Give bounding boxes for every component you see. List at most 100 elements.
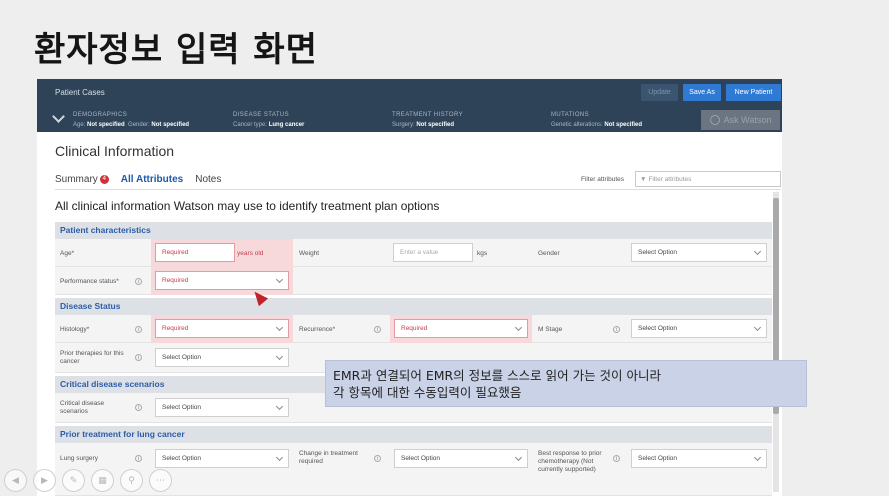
weight-input[interactable]: Enter a value — [393, 243, 473, 262]
form-row: Age* Required years old Weight Enter a v… — [55, 239, 772, 267]
tab-notes[interactable]: Notes — [195, 174, 221, 185]
summary-value: Not specified — [604, 122, 643, 128]
recurrence-label: Recurrence* — [299, 326, 336, 333]
patient-cases-label[interactable]: Patient Cases — [55, 88, 105, 97]
slideshow-controls: ◀ ▶ ✎ ▦ ⚲ ⋯ — [4, 469, 172, 492]
more-icon[interactable]: ⋯ — [149, 469, 172, 492]
weight-unit: kgs — [477, 250, 488, 257]
histology-select[interactable]: Required — [155, 319, 289, 338]
chevron-down-icon — [275, 453, 284, 462]
filter-icon: ▼ — [640, 175, 647, 183]
m-stage-select[interactable]: Select Option — [631, 319, 767, 338]
gender-select[interactable]: Select Option — [631, 243, 767, 262]
prior-therapies-select[interactable]: Select Option — [155, 348, 289, 367]
form-row: Histology* i Required Recurrence* i Requ… — [55, 315, 772, 343]
intro-text: All clinical information Watson may use … — [55, 199, 440, 213]
treatment-history-summary: TREATMENT HISTORY Surgery: Not specified — [392, 110, 463, 130]
info-icon[interactable]: i — [613, 455, 620, 462]
age-input[interactable]: Required — [155, 243, 235, 262]
age-label: Age* — [60, 250, 75, 257]
ask-watson-button[interactable]: Ask Watson — [701, 110, 780, 130]
save-as-button[interactable]: Save As — [683, 84, 721, 101]
info-icon[interactable]: i — [135, 326, 142, 333]
info-icon[interactable]: i — [374, 455, 381, 462]
filter-placeholder: Filter attributes — [648, 175, 692, 183]
summary-key: Genetic alterations: — [551, 122, 603, 128]
recurrence-select[interactable]: Required — [394, 319, 528, 338]
summary-value: Lung cancer — [268, 122, 305, 128]
m-stage-value: Select Option — [638, 325, 678, 332]
new-patient-button[interactable]: New Patient — [726, 84, 781, 101]
summary-key: Gender: — [128, 122, 150, 128]
m-stage-label: M Stage — [538, 326, 563, 333]
summary-heading: DISEASE STATUS — [233, 112, 290, 118]
chevron-down-icon — [753, 453, 762, 462]
best-response-label: Best response to prior chemotherapy (Not… — [538, 450, 602, 473]
top-bar: Patient Cases Update Save As New Patient… — [37, 79, 782, 132]
chevron-down-icon — [275, 275, 284, 284]
tab-bar: Summary 4 All Attributes Notes — [55, 174, 221, 185]
annotation-note: EMR과 연결되어 EMR의 정보를 스스로 읽어 가는 것이 아니라 각 항목… — [325, 360, 807, 407]
histology-label: Histology* — [60, 326, 90, 333]
change-treatment-value: Select Option — [401, 455, 441, 462]
ask-watson-label: Ask Watson — [723, 115, 772, 125]
slides-icon[interactable]: ▦ — [91, 469, 114, 492]
chevron-down-icon — [753, 247, 762, 256]
change-treatment-select[interactable]: Select Option — [394, 449, 528, 468]
demographics-summary: DEMOGRAPHICS Age: Not specified Gender: … — [73, 110, 189, 130]
next-icon[interactable]: ▶ — [33, 469, 56, 492]
info-icon[interactable]: i — [135, 404, 142, 411]
summary-heading: MUTATIONS — [551, 112, 590, 118]
disease-status-summary: DISEASE STATUS Cancer type: Lung cancer — [233, 110, 304, 130]
filter-attributes-label: Filter attributes — [581, 176, 624, 183]
summary-key: Age: — [73, 122, 86, 128]
prior-therapies-label: Prior therapies for this cancer — [60, 350, 124, 365]
summary-key: Surgery: — [392, 122, 415, 128]
tab-summary-label: Summary — [55, 174, 98, 185]
performance-status-label: Performance status* — [60, 278, 119, 285]
gender-label: Gender — [538, 250, 560, 257]
tab-summary[interactable]: Summary 4 — [55, 174, 109, 185]
recurrence-value: Required — [401, 325, 428, 332]
tab-divider — [55, 189, 781, 190]
gender-select-value: Select Option — [638, 249, 678, 256]
section-patient-characteristics: Patient characteristics — [55, 222, 772, 239]
weight-label: Weight — [299, 250, 320, 257]
info-icon[interactable]: i — [135, 354, 142, 361]
section-prior-treatment: Prior treatment for lung cancer — [55, 426, 772, 443]
pen-icon[interactable]: ✎ — [62, 469, 85, 492]
chevron-down-icon[interactable] — [52, 110, 65, 123]
summary-value: Not specified — [87, 122, 125, 128]
chevron-down-icon — [275, 402, 284, 411]
update-button[interactable]: Update — [641, 84, 678, 101]
prev-icon[interactable]: ◀ — [4, 469, 27, 492]
chevron-down-icon — [275, 323, 284, 332]
summary-key: Cancer type: — [233, 122, 268, 128]
zoom-icon[interactable]: ⚲ — [120, 469, 143, 492]
section-disease-status: Disease Status — [55, 298, 772, 315]
info-icon[interactable]: i — [135, 455, 142, 462]
critical-scenarios-label: Critical disease scenarios — [60, 400, 105, 415]
lung-surgery-value: Select Option — [162, 455, 202, 462]
watson-app-window: Patient Cases Update Save As New Patient… — [37, 79, 782, 496]
summary-heading: DEMOGRAPHICS — [73, 112, 128, 118]
performance-status-value: Required — [162, 277, 189, 284]
critical-scenarios-value: Select Option — [162, 404, 202, 411]
form-row: Performance status* i Required — [55, 267, 772, 295]
lung-surgery-label: Lung surgery — [60, 455, 98, 462]
lung-surgery-select[interactable]: Select Option — [155, 449, 289, 468]
info-icon[interactable]: i — [613, 326, 620, 333]
info-icon[interactable]: i — [135, 278, 142, 285]
note-line: EMR과 연결되어 EMR의 정보를 스스로 읽어 가는 것이 아니라 — [333, 368, 662, 383]
best-response-select[interactable]: Select Option — [631, 449, 767, 468]
filter-attributes-input[interactable]: ▼ Filter attributes — [635, 171, 781, 187]
performance-status-select[interactable]: Required — [155, 271, 289, 290]
prior-therapies-value: Select Option — [162, 354, 202, 361]
info-icon[interactable]: i — [374, 326, 381, 333]
critical-scenarios-select[interactable]: Select Option — [155, 398, 289, 417]
tab-all-attributes[interactable]: All Attributes — [121, 174, 183, 185]
summary-value: Not specified — [416, 122, 455, 128]
note-line: 각 항목에 대한 수동입력이 필요했음 — [333, 385, 522, 400]
summary-count-badge: 4 — [99, 174, 109, 184]
chevron-down-icon — [514, 323, 523, 332]
